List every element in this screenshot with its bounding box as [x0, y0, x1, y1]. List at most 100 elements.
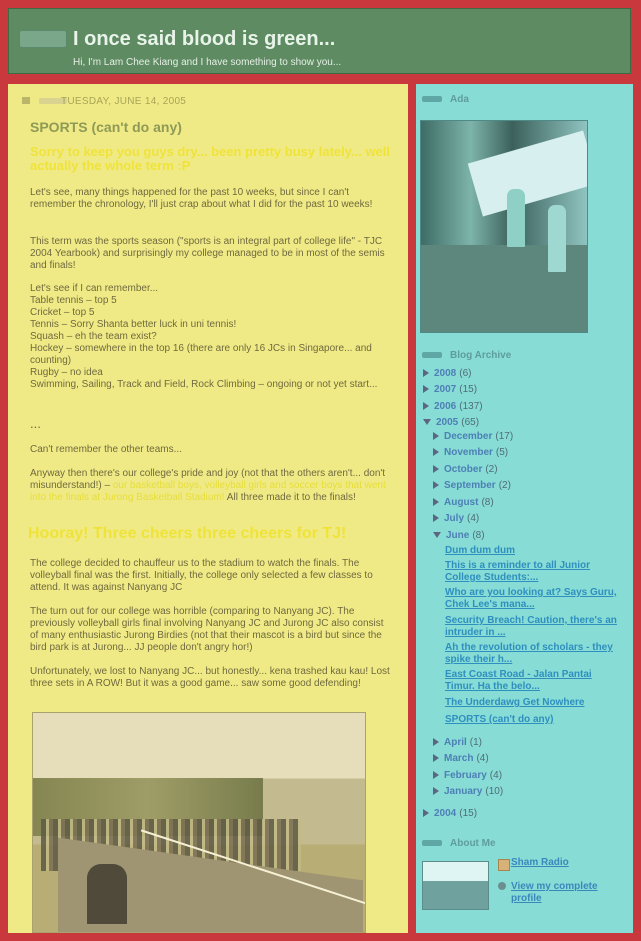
- month-label: September: [444, 480, 496, 491]
- post-list-item: Hockey – somewhere in the top 16 (there …: [30, 343, 372, 366]
- archive-post-link[interactable]: This is a reminder to all Junior College…: [445, 560, 623, 584]
- expand-icon: [433, 432, 439, 441]
- archive-year-2008[interactable]: 2008 (6): [423, 368, 471, 379]
- post-paragraph-2: This term was the sports season ("sports…: [30, 236, 385, 271]
- post-paragraph-1: Let's see, many things happened for the …: [30, 187, 373, 210]
- view-profile-link[interactable]: View my complete profile: [511, 881, 621, 905]
- archive-mark: [422, 352, 442, 358]
- archive-post-link[interactable]: East Coast Road - Jalan Pantai Timur. Ha…: [445, 669, 623, 693]
- blog-subtitle: Hi, I'm Lam Chee Kiang and I have someth…: [73, 57, 342, 68]
- archive-post-link[interactable]: Security Breach! Caution, there's an int…: [445, 615, 623, 639]
- expand-icon: [433, 481, 439, 490]
- profile-photo[interactable]: [422, 861, 489, 910]
- expand-icon: [423, 402, 429, 411]
- collapse-icon: [433, 532, 441, 539]
- archive-year-2005[interactable]: 2005 (65): [423, 417, 479, 428]
- post-paragraph-4: Anyway then there's our college's pride …: [30, 468, 394, 504]
- archive-month-september[interactable]: September (2): [433, 480, 511, 491]
- sidebar-ada-title: Ada: [450, 94, 469, 105]
- archive-month-december[interactable]: December (17): [433, 431, 513, 442]
- post-column: TUESDAY, JUNE 14, 2005 SPORTS (can't do …: [8, 84, 408, 933]
- post-title[interactable]: SPORTS (can't do any): [30, 119, 182, 135]
- month-label: April: [444, 737, 467, 748]
- post-list-item: Tennis – Sorry Shanta better luck in uni…: [30, 319, 237, 330]
- post-ellipsis: ...: [30, 416, 41, 431]
- month-label: December: [444, 431, 493, 442]
- post-list-item: Table tennis – top 5: [30, 295, 117, 306]
- expand-icon: [423, 809, 429, 818]
- year-count: (15): [459, 808, 478, 819]
- post-lead: Sorry to keep you guys dry... been prett…: [30, 144, 391, 173]
- blog-title[interactable]: I once said blood is green...: [73, 28, 335, 51]
- month-count: (8): [472, 530, 485, 541]
- archive-post-link[interactable]: SPORTS (can't do any): [445, 714, 623, 726]
- photo-awning: [467, 130, 587, 217]
- year-label: 2006: [434, 401, 457, 412]
- profile-view-icon: [498, 882, 506, 890]
- archive-month-november[interactable]: November (5): [433, 447, 508, 458]
- post-list-item: Swimming, Sailing, Track and Field, Rock…: [30, 379, 378, 390]
- post-date: TUESDAY, JUNE 14, 2005: [61, 96, 187, 107]
- expand-icon: [433, 754, 439, 763]
- archive-month-july[interactable]: July (4): [433, 513, 479, 524]
- year-count: (15): [459, 384, 478, 395]
- month-count: (10): [485, 786, 504, 797]
- year-label: 2008: [434, 368, 457, 379]
- photo-person: [548, 205, 566, 272]
- month-count: (5): [495, 447, 509, 458]
- month-count: (17): [495, 431, 514, 442]
- blog-header: I once said blood is green... Hi, I'm La…: [8, 8, 631, 74]
- post-paragraph-6: The turn out for our college was horribl…: [30, 606, 384, 653]
- archive-month-february[interactable]: February (4): [433, 770, 502, 781]
- post-photo: [32, 712, 366, 933]
- post-paragraph-3: Can't remember the other teams...: [30, 444, 182, 455]
- expand-icon: [433, 514, 439, 523]
- month-label: January: [444, 786, 483, 797]
- archive-year-2006[interactable]: 2006 (137): [423, 401, 483, 412]
- archive-month-june[interactable]: June (8): [433, 530, 485, 541]
- month-count: (8): [481, 497, 494, 508]
- archive-month-march[interactable]: March (4): [433, 753, 489, 764]
- expand-icon: [433, 448, 439, 457]
- expand-icon: [433, 738, 439, 747]
- collapse-icon: [423, 419, 431, 426]
- post-list-item: Let's see if I can remember...: [30, 283, 159, 294]
- profile-name-link[interactable]: Sham Radio: [511, 857, 569, 868]
- archive-post-link[interactable]: Dum dum dum: [445, 545, 623, 557]
- archive-year-2004[interactable]: 2004 (15): [423, 808, 477, 819]
- post-paragraph-7: Unfortunately, we lost to Nanyang JC... …: [30, 666, 390, 689]
- archive-post-link[interactable]: The Underdawg Get Nowhere: [445, 697, 623, 709]
- archive-post-link[interactable]: Who are you looking at? Says Guru, Chek …: [445, 587, 623, 611]
- month-count: (1): [469, 737, 483, 748]
- sidebar-about-title: About Me: [450, 838, 496, 849]
- expand-icon: [433, 787, 439, 796]
- header-badge: [19, 30, 67, 48]
- sidebar-section-mark: [422, 96, 442, 102]
- expand-icon: [423, 385, 429, 394]
- month-count: (4): [489, 770, 503, 781]
- year-label: 2007: [434, 384, 457, 395]
- post-paragraph-5: The college decided to chauffeur us to t…: [30, 558, 373, 593]
- paragraph-4-end: All three made it to the finals!: [226, 492, 356, 503]
- month-label: March: [444, 753, 474, 764]
- archive-month-april[interactable]: April (1): [433, 737, 482, 748]
- archive-month-october[interactable]: October (2): [433, 464, 498, 475]
- year-count: (6): [459, 368, 472, 379]
- expand-icon: [433, 771, 439, 780]
- sidebar-archive-title: Blog Archive: [450, 350, 512, 361]
- sidebar-photo: [420, 120, 588, 333]
- year-label: 2004: [434, 808, 457, 819]
- archive-post-link[interactable]: Ah the revolution of scholars - they spi…: [445, 642, 623, 666]
- expand-icon: [433, 498, 439, 507]
- month-label: August: [444, 497, 479, 508]
- date-icon: [22, 97, 30, 104]
- month-label: July: [444, 513, 465, 524]
- month-label: November: [444, 447, 493, 458]
- post-list-item: Rugby – no idea: [30, 367, 103, 378]
- archive-year-2007[interactable]: 2007 (15): [423, 384, 477, 395]
- archive-month-january[interactable]: January (10): [433, 786, 503, 797]
- month-label: October: [444, 464, 483, 475]
- post-list-item: Cricket – top 5: [30, 307, 95, 318]
- archive-month-august[interactable]: August (8): [433, 497, 494, 508]
- about-mark: [422, 840, 442, 846]
